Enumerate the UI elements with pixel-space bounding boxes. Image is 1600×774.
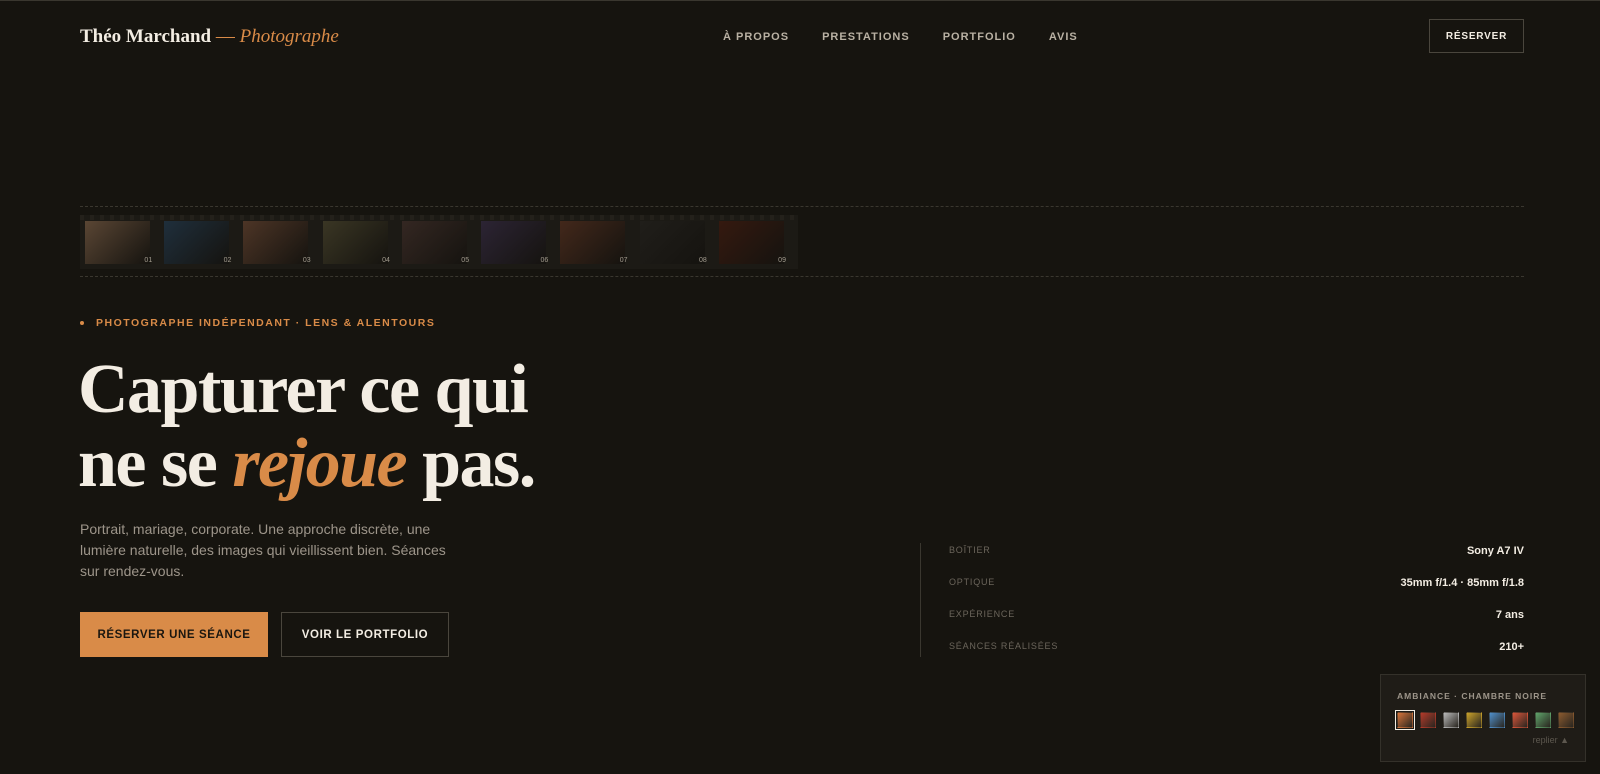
spec-value: 210+: [1499, 641, 1524, 653]
spec-row: BOÎTIER Sony A7 IV: [949, 543, 1524, 575]
headline-line-1: Capturer ce qui: [78, 351, 529, 428]
ambiance-swatch[interactable]: [1395, 710, 1415, 730]
film-frame-number: 06: [540, 257, 549, 264]
eyebrow-dot-icon: [80, 321, 84, 325]
reserve-button[interactable]: RÉSERVER: [1429, 19, 1524, 53]
spec-label: BOÎTIER: [949, 545, 991, 555]
nav-link-a-propos[interactable]: À PROPOS: [723, 31, 789, 43]
film-frame[interactable]: 09: [718, 215, 798, 269]
site-header: Théo Marchand — Photographe À PROPOS PRE…: [80, 19, 1524, 55]
book-session-button[interactable]: RÉSERVER UNE SÉANCE: [80, 612, 268, 657]
nav-link-avis[interactable]: AVIS: [1049, 31, 1078, 43]
ambiance-panel: AMBIANCE · CHAMBRE NOIRE replier ▲: [1380, 674, 1586, 762]
film-frame-number: 05: [461, 257, 470, 264]
ambiance-swatch[interactable]: [1535, 712, 1551, 728]
spec-label: SÉANCES RÉALISÉES: [949, 641, 1059, 651]
headline-accent: rejoue: [232, 425, 407, 502]
film-frame-thumbnail: [85, 221, 150, 264]
spec-label: EXPÉRIENCE: [949, 609, 1016, 619]
film-frame[interactable]: 03: [243, 215, 322, 269]
film-frame-thumbnail: [481, 221, 547, 264]
main-nav: À PROPOS PRESTATIONS PORTFOLIO AVIS: [723, 19, 1078, 55]
filmstrip-track: 01 02 03 04 05 06 07 08 09: [80, 215, 798, 269]
ambiance-swatch[interactable]: [1420, 712, 1436, 728]
hero-eyebrow: PHOTOGRAPHE INDÉPENDANT · LENS & ALENTOU…: [80, 317, 435, 329]
film-frame-number: 07: [619, 257, 628, 264]
ambiance-swatch[interactable]: [1443, 712, 1459, 728]
spec-row: EXPÉRIENCE 7 ans: [949, 607, 1524, 639]
film-frame[interactable]: 01: [85, 215, 164, 269]
film-frame-thumbnail: [243, 221, 309, 264]
film-frame-thumbnail: [718, 221, 784, 264]
nav-link-prestations[interactable]: PRESTATIONS: [822, 31, 910, 43]
spec-value: 7 ans: [1495, 609, 1524, 621]
spec-value: Sony A7 IV: [1466, 545, 1524, 557]
ambiance-swatch[interactable]: [1512, 712, 1528, 728]
film-frame[interactable]: 04: [322, 215, 402, 269]
ambiance-swatch[interactable]: [1466, 712, 1482, 728]
film-frame-thumbnail: [639, 221, 705, 264]
film-frame-thumbnail: [164, 221, 230, 264]
ambiance-swatch[interactable]: [1558, 712, 1574, 728]
hero-lede: Portrait, mariage, corporate. Une approc…: [80, 521, 446, 579]
brand-name: Théo Marchand: [80, 26, 212, 47]
film-frame-thumbnail: [401, 221, 467, 264]
spec-row: SÉANCES RÉALISÉES 210+: [949, 639, 1524, 671]
film-frame-number: 09: [778, 257, 786, 264]
film-frame-number: 04: [382, 257, 390, 264]
spec-value: 35mm f/1.4 · 85mm f/1.8: [1400, 577, 1524, 589]
ambiance-swatches: [1395, 710, 1574, 730]
film-frame[interactable]: 08: [639, 215, 719, 269]
spec-label: OPTIQUE: [949, 577, 996, 587]
film-frame[interactable]: 06: [481, 215, 560, 269]
film-frame[interactable]: 07: [560, 215, 639, 269]
film-frame-number: 03: [302, 257, 311, 264]
film-frame-thumbnail: [560, 221, 626, 264]
headline-post: pas.: [406, 425, 536, 502]
collapse-toggle[interactable]: replier ▲: [1533, 735, 1569, 745]
view-portfolio-button[interactable]: VOIR LE PORTFOLIO: [281, 612, 449, 657]
film-frame-number: 08: [698, 257, 707, 264]
film-frame[interactable]: 05: [401, 215, 481, 269]
gear-specs: BOÎTIER Sony A7 IV OPTIQUE 35mm f/1.4 · …: [920, 543, 1524, 657]
film-frame-number: 01: [144, 257, 153, 264]
nav-link-portfolio[interactable]: PORTFOLIO: [943, 31, 1016, 43]
brand-logo[interactable]: Théo Marchand — Photographe: [80, 26, 339, 48]
ambiance-swatch[interactable]: [1489, 712, 1505, 728]
hero-headline: Capturer ce qui ne se rejoue pas.: [78, 351, 536, 502]
film-frame[interactable]: 02: [164, 215, 243, 269]
brand-separator: —: [211, 26, 240, 47]
spec-row: OPTIQUE 35mm f/1.4 · 85mm f/1.8: [949, 575, 1524, 607]
film-frame-number: 02: [223, 257, 232, 264]
filmstrip: 01 02 03 04 05 06 07 08 09: [80, 206, 1524, 277]
brand-role: Photographe: [239, 26, 339, 47]
film-frame-thumbnail: [322, 221, 388, 264]
headline-pre: ne se: [78, 425, 233, 502]
ambiance-title: AMBIANCE · CHAMBRE NOIRE: [1397, 691, 1548, 701]
eyebrow-text: PHOTOGRAPHE INDÉPENDANT · LENS & ALENTOU…: [96, 317, 436, 329]
